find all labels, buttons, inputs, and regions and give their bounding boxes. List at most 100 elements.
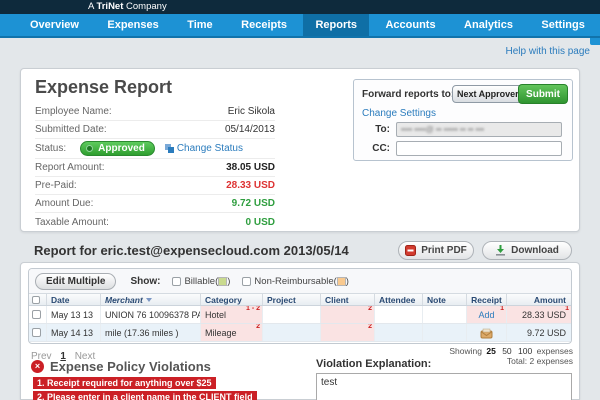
add-receipt-link[interactable]: Add	[478, 310, 494, 320]
nav-overview[interactable]: Overview	[18, 14, 91, 36]
violations-heading: × Expense Policy Violations	[31, 359, 211, 374]
pdf-icon	[405, 245, 417, 256]
col-header-category: Category	[201, 294, 263, 305]
download-button[interactable]: Download	[482, 241, 572, 260]
status-badge: Approved	[80, 141, 155, 156]
cell-merchant: UNION 76 10096378 PACIFI...	[101, 306, 201, 323]
col-header-merchant[interactable]: Merchant	[101, 294, 201, 305]
violation-flag: 2	[368, 306, 372, 312]
report-amount-row: Report Amount: 38.05 USD	[35, 159, 275, 177]
brand-prefix: A	[88, 1, 94, 12]
showing-label: Showing	[449, 346, 482, 356]
cell-note	[423, 306, 467, 323]
pre-paid-value: 28.33 USD	[226, 180, 275, 191]
cell-attendee	[375, 324, 423, 341]
cell-amount: 28.33 USD 1	[507, 306, 571, 323]
sort-desc-icon	[145, 297, 152, 302]
to-label: To:	[375, 124, 390, 135]
expense-report-page: A TriNet Company Overview Expenses Time …	[0, 0, 600, 400]
col-header-amount: Amount	[533, 295, 566, 305]
total-expenses: Total: 2 expenses	[506, 356, 573, 366]
field-label: Employee Name:	[35, 106, 112, 117]
violation-item-1: 1. Receipt required for anything over $2…	[33, 377, 216, 389]
showing-suffix: expenses	[536, 346, 573, 356]
nav-receipts[interactable]: Receipts	[229, 14, 299, 36]
edit-multiple-button[interactable]: Edit Multiple	[35, 272, 117, 290]
cell-receipt: Add 1	[467, 306, 507, 323]
violation-flag: 2	[368, 324, 372, 330]
non-reimbursable-label: Non-Reimbursable(	[254, 275, 337, 287]
nav-expenses[interactable]: Expenses	[95, 14, 170, 36]
status-dot-icon	[86, 145, 94, 152]
page-size-100[interactable]: 100	[518, 346, 532, 356]
nav-time[interactable]: Time	[175, 14, 224, 36]
violation-flag: 1	[565, 306, 569, 312]
col-header-date: Date	[47, 294, 101, 305]
brand-suffix: Company	[126, 1, 167, 12]
showing-controls: Showing 25 50 100 expenses Total: 2 expe…	[449, 346, 573, 366]
non-reimbursable-label-close: )	[345, 275, 349, 287]
brand-name: TriNet	[96, 1, 124, 12]
pre-paid-row: Pre-Paid: 28.33 USD	[35, 177, 275, 195]
col-header-note: Note	[423, 294, 467, 305]
blue-tab-icon[interactable]	[590, 38, 600, 45]
field-label: Amount Due:	[35, 198, 94, 209]
cell-project	[263, 306, 321, 323]
cell-project	[263, 324, 321, 341]
col-header-receipt: Receipt	[467, 294, 507, 305]
report-section-heading: Report for eric.test@expensecloud.com 20…	[34, 243, 349, 258]
billable-filter[interactable]: Billable()	[172, 276, 230, 287]
cell-amount: 9.72 USD	[507, 324, 571, 341]
cell-category: Hotel 1 - 2	[201, 306, 263, 323]
page-title: Expense Report	[35, 77, 173, 97]
expense-row-2: May 14 13 mile (17.36 miles ) Mileage 2 2…	[29, 324, 571, 342]
cell-client: 2	[321, 306, 375, 323]
violations-list: 1. Receipt required for anything over $2…	[33, 377, 257, 400]
forward-reports-label: Forward reports to:	[362, 89, 455, 100]
cell-date: May 14 13	[47, 324, 101, 341]
cell-note	[423, 324, 467, 341]
nav-settings[interactable]: Settings	[529, 14, 596, 36]
nav-accounts[interactable]: Accounts	[373, 14, 447, 36]
submitted-date-value: 05/14/2013	[224, 124, 275, 135]
col-header-attendee: Attendee	[375, 294, 423, 305]
page-size-25[interactable]: 25	[486, 346, 495, 356]
field-label: Taxable Amount:	[35, 216, 109, 228]
table-toolbar: Edit Multiple Show: Billable() Non-Reimb…	[29, 269, 571, 293]
select-all-checkbox[interactable]	[32, 295, 40, 304]
print-pdf-button[interactable]: Print PDF	[398, 241, 474, 260]
receipt-icon[interactable]	[480, 328, 493, 339]
status-badge-label: Approved	[98, 143, 145, 154]
change-status-icon	[164, 144, 174, 153]
nav-analytics[interactable]: Analytics	[452, 14, 525, 36]
merchant-header-label: Merchant	[105, 294, 143, 305]
change-settings-link[interactable]: Change Settings	[362, 108, 436, 119]
category-value: Hotel	[205, 310, 227, 320]
cell-receipt	[467, 324, 507, 341]
cc-field[interactable]	[396, 141, 562, 156]
to-field[interactable]: •••• ••••@ •• ••••• •• •• •••	[396, 122, 562, 137]
row-checkbox[interactable]	[31, 310, 41, 319]
forward-to-selected-value: Next Approver	[457, 89, 519, 99]
nav-reports[interactable]: Reports	[303, 14, 370, 36]
field-label: Status:	[35, 143, 67, 154]
download-icon	[496, 245, 506, 256]
violation-flag: 1	[500, 306, 504, 312]
report-amount-value: 38.05 USD	[226, 162, 275, 173]
field-label: Report Amount:	[35, 162, 105, 173]
help-link[interactable]: Help with this page	[506, 46, 591, 57]
amount-value: 28.33 USD	[521, 310, 566, 320]
status-row: Status: Approved Change Status	[35, 139, 275, 159]
page-size-50[interactable]: 50	[502, 346, 511, 356]
submit-button[interactable]: Submit	[518, 84, 568, 104]
non-reimbursable-checkbox[interactable]	[242, 276, 252, 286]
cell-client: 2	[321, 324, 375, 341]
billable-checkbox[interactable]	[172, 276, 182, 286]
violation-explanation-textarea[interactable]: test	[316, 373, 572, 400]
change-status-link[interactable]: Change Status	[164, 143, 243, 154]
non-reimbursable-filter[interactable]: Non-Reimbursable()	[242, 276, 349, 287]
violation-explanation-label: Violation Explanation:	[316, 358, 432, 370]
submitted-date-row: Submitted Date: 05/14/2013	[35, 121, 275, 139]
row-checkbox[interactable]	[31, 328, 41, 337]
non-reimbursable-swatch-icon	[336, 276, 346, 286]
